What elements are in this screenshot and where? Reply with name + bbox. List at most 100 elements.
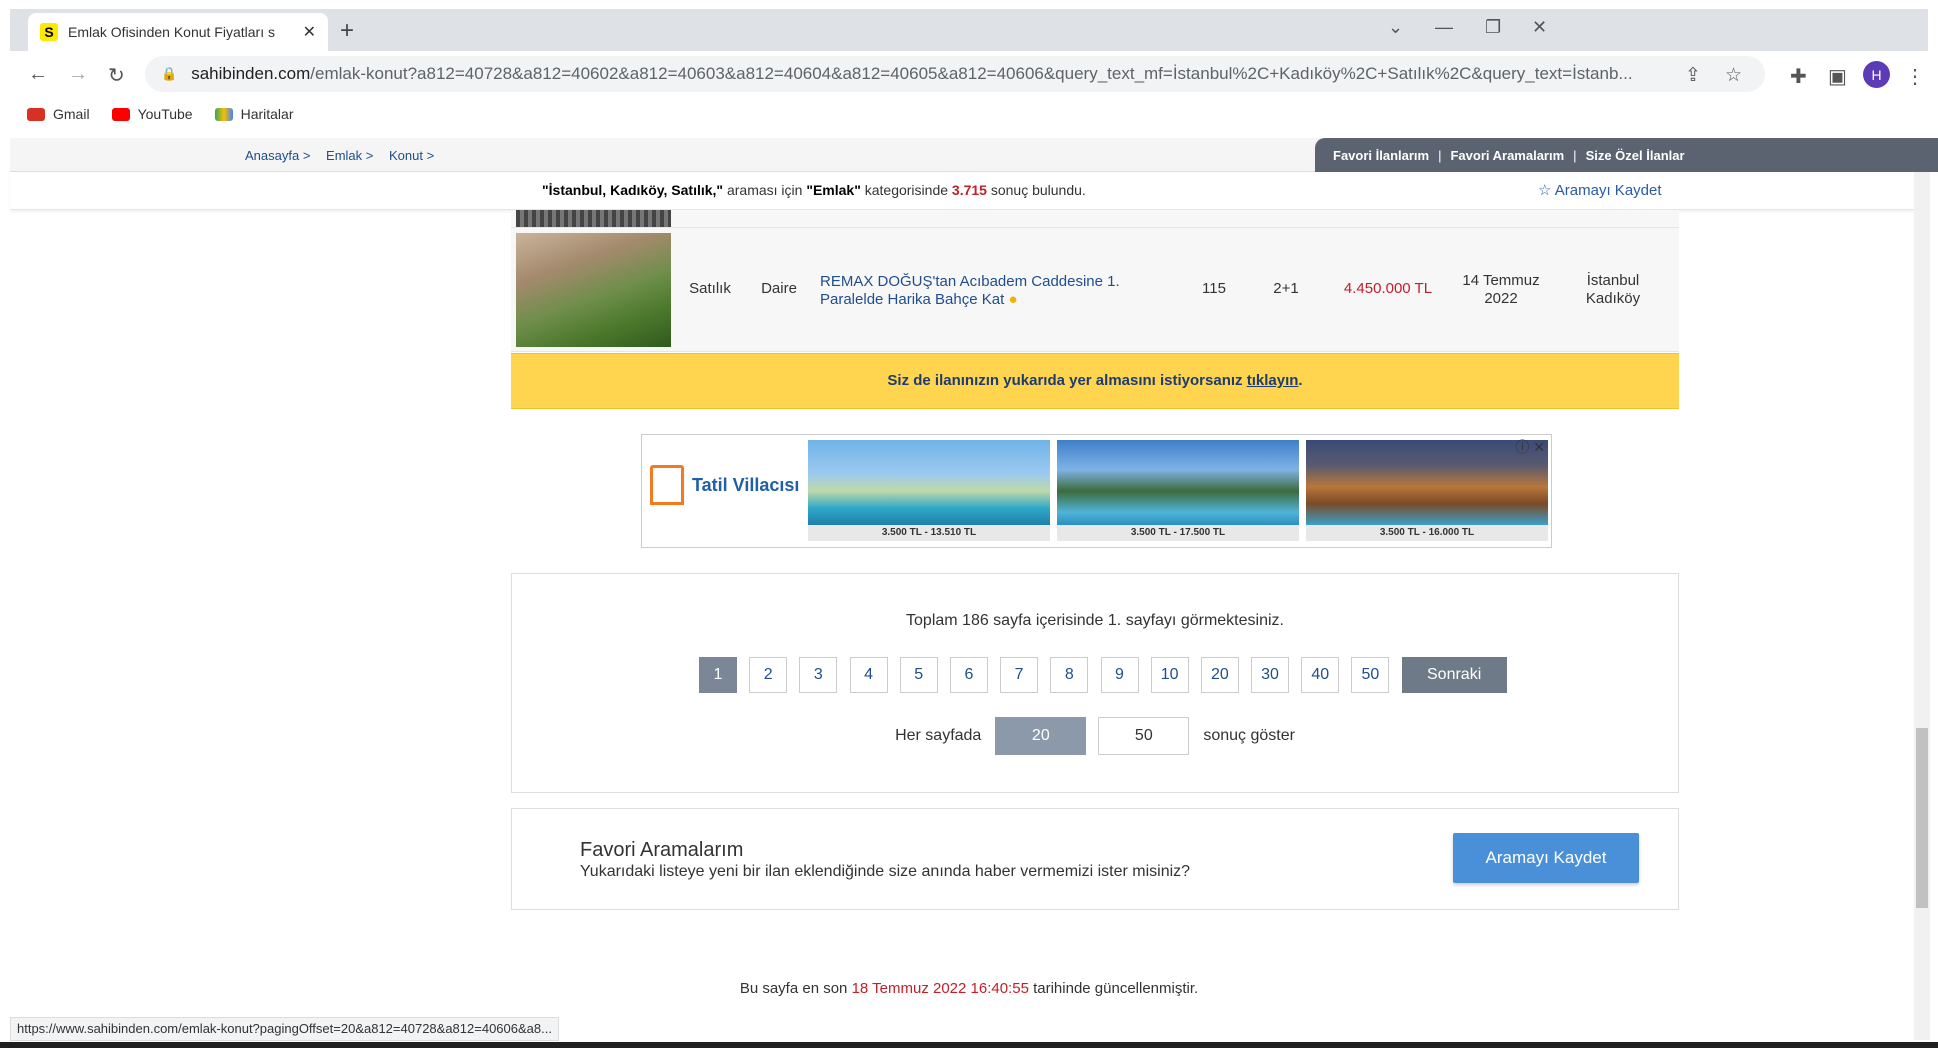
page-button[interactable]: 20 [1200, 657, 1239, 693]
page-button[interactable]: 50 [1351, 657, 1390, 693]
page-button[interactable]: 3 [799, 657, 838, 693]
restore-icon[interactable]: ❐ [1485, 17, 1501, 38]
ad-card[interactable]: 3.500 TL - 16.000 TL [1306, 440, 1548, 541]
url-path: /emlak-konut?a812=40728&a812=40602&a812=… [310, 64, 1633, 83]
house-icon [650, 465, 684, 505]
result-count: 3.715 [951, 182, 987, 198]
result-summary: "İstanbul, Kadıköy, Satılık," araması iç… [542, 182, 1086, 198]
scrollbar[interactable] [1914, 172, 1930, 1040]
menu-icon[interactable]: ⋮ [1905, 64, 1925, 89]
result-query: "İstanbul, Kadıköy, Satılık," [542, 182, 724, 198]
listing-location: İstanbul Kadıköy [1585, 272, 1641, 307]
favorite-title: Favori Aramalarım [580, 839, 744, 861]
bookmark-youtube[interactable]: YouTube [111, 106, 193, 122]
page-button[interactable]: 5 [899, 657, 938, 693]
breadcrumb-anasayfa[interactable]: Anasayfa > [245, 148, 310, 163]
breadcrumb-konut[interactable]: Konut > [389, 148, 434, 163]
page-button[interactable]: 6 [949, 657, 988, 693]
ad-brand: Tatil Villacısı [692, 474, 800, 495]
listing-kind: Daire [761, 280, 797, 297]
side-panel-icon[interactable]: ▣ [1828, 64, 1847, 89]
ad-card[interactable]: 3.500 TL - 17.500 TL [1057, 440, 1299, 541]
scrollbar-thumb[interactable] [1916, 728, 1928, 908]
last-updated: Bu sayfa en son 18 Temmuz 2022 16:40:55 … [0, 980, 1938, 997]
next-page-button[interactable]: Sonraki [1401, 657, 1507, 693]
result-bar: "İstanbul, Kadıköy, Satılık," araması iç… [10, 172, 1928, 210]
pagination: 1 2 3 4 5 6 7 8 9 10 20 30 40 50 Sonraki [699, 657, 1507, 693]
table-row[interactable]: Satılık Daire REMAX DOĞUŞ'tan Acıbadem C… [511, 228, 1679, 352]
bookmark-label: Haritalar [240, 106, 294, 122]
ad-banner[interactable]: Tatil Villacısı 3.500 TL - 13.510 TL 3.5… [641, 434, 1552, 548]
taskbar [0, 1042, 1938, 1048]
user-links: Favori İlanlarım | Favori Aramalarım | S… [1315, 138, 1938, 172]
per-page-option-50[interactable]: 50 [1098, 717, 1190, 755]
url-host: sahibinden.com [191, 64, 311, 83]
new-tab-icon[interactable]: + [340, 17, 354, 45]
ad-logo[interactable]: Tatil Villacısı [650, 465, 799, 505]
listing-title-link[interactable]: REMAX DOĞUŞ'tan Acıbadem Caddesine 1. Pa… [820, 273, 1150, 309]
table-row[interactable] [511, 210, 1679, 228]
page-button[interactable]: 10 [1150, 657, 1189, 693]
page-button[interactable]: 40 [1301, 657, 1340, 693]
separator: | [1438, 147, 1442, 163]
favorite-search-box: Favori Aramalarım Yukarıdaki listeye yen… [511, 808, 1679, 910]
page-button[interactable]: 9 [1100, 657, 1139, 693]
listing-photo[interactable] [516, 233, 671, 347]
bookmark-star-icon[interactable]: ☆ [1725, 64, 1742, 87]
tab-close-icon[interactable]: ✕ [303, 22, 316, 42]
minimize-icon[interactable]: — [1435, 17, 1453, 38]
save-search-label: Aramayı Kaydet [1554, 182, 1662, 199]
page-button[interactable]: 8 [1050, 657, 1089, 693]
updated-prefix: Bu sayfa en son [739, 980, 848, 997]
browser-tab[interactable]: S Emlak Ofisinden Konut Fiyatları s ✕ [28, 13, 328, 51]
save-search-top-link[interactable]: ☆ Aramayı Kaydet [1538, 181, 1662, 199]
ad-price: 3.500 TL - 17.500 TL [1057, 525, 1299, 541]
maps-icon [214, 107, 233, 121]
reload-icon[interactable]: ↻ [108, 63, 125, 88]
window-close-icon[interactable]: ✕ [1532, 17, 1547, 38]
ad-image [1306, 440, 1548, 525]
page-button[interactable]: 7 [1000, 657, 1039, 693]
listing-date: 14 Temmuz 2022 [1462, 272, 1540, 307]
bookmark-gmail[interactable]: Gmail [27, 106, 90, 122]
per-page-option-20[interactable]: 20 [995, 717, 1087, 755]
tab-strip: S Emlak Ofisinden Konut Fiyatları s ✕ + … [10, 9, 1928, 51]
page-button[interactable]: 30 [1251, 657, 1290, 693]
bookmark-haritalar[interactable]: Haritalar [214, 106, 294, 122]
pagination-box: Toplam 186 sayfa içerisinde 1. sayfayı g… [511, 573, 1679, 793]
status-bar-url: https://www.sahibinden.com/emlak-konut?p… [10, 1017, 559, 1041]
listing-table: Satılık Daire REMAX DOĞUŞ'tan Acıbadem C… [511, 210, 1679, 352]
extensions-icon[interactable]: ✚ [1790, 64, 1807, 89]
listing-thumbnail[interactable] [516, 210, 671, 227]
tab-search-icon[interactable]: ⌄ [1388, 17, 1403, 38]
favori-ilanlarim-link[interactable]: Favori İlanlarım [1333, 148, 1429, 163]
bookmark-label: Gmail [53, 106, 90, 122]
size-ozel-ilanlar-link[interactable]: Size Özel İlanlar [1586, 148, 1685, 163]
save-search-button[interactable]: Aramayı Kaydet [1453, 833, 1639, 883]
result-text: araması için [726, 182, 803, 198]
thumb-icon: ● [1008, 291, 1018, 308]
promo-text: Siz de ilanınızın yukarıda yer almasını … [887, 372, 1243, 389]
profile-avatar[interactable]: H [1863, 61, 1890, 88]
page-button[interactable]: 4 [849, 657, 888, 693]
updated-suffix: tarihinde güncellenmiştir. [1033, 980, 1199, 997]
page-button[interactable]: 1 [699, 657, 737, 693]
separator: | [1573, 147, 1577, 163]
page-button[interactable]: 2 [749, 657, 788, 693]
address-bar[interactable]: 🔒 sahibinden.com/emlak-konut?a812=40728&… [145, 56, 1765, 92]
favori-aramalarim-link[interactable]: Favori Aramalarım [1450, 148, 1564, 163]
forward-icon[interactable]: → [68, 63, 88, 86]
share-icon[interactable]: ⇪ [1685, 64, 1701, 87]
lock-icon: 🔒 [161, 66, 178, 81]
url-text[interactable]: sahibinden.com/emlak-konut?a812=40728&a8… [191, 64, 1671, 84]
ad-image [808, 440, 1050, 525]
ad-price: 3.500 TL - 16.000 TL [1306, 525, 1548, 541]
breadcrumb-emlak[interactable]: Emlak > [326, 148, 373, 163]
listing-type: Satılık [689, 280, 731, 297]
site-header: Anasayfa > Emlak > Konut > Favori İlanla… [10, 138, 1938, 172]
youtube-icon [111, 107, 130, 121]
promo-link[interactable]: tıklayın [1247, 372, 1299, 389]
ad-close-icon[interactable]: ⓘ ✕ [1515, 437, 1545, 457]
back-icon[interactable]: ← [28, 63, 48, 86]
ad-card[interactable]: 3.500 TL - 13.510 TL [808, 440, 1050, 541]
